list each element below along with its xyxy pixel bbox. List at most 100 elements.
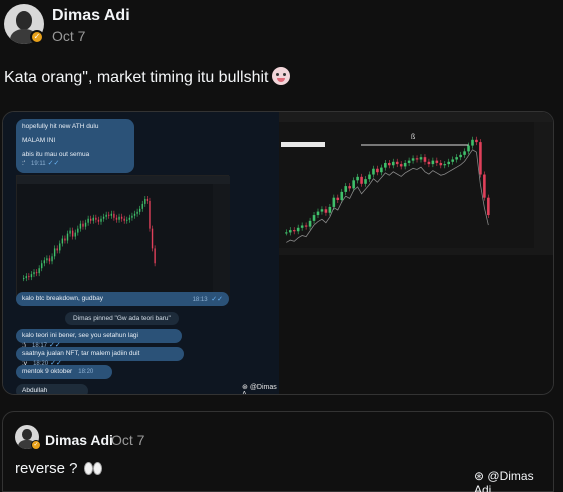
candle <box>380 167 383 173</box>
quoted-post-date[interactable]: Oct 7 <box>111 432 144 448</box>
chat-text: mentok 9 oktober <box>22 368 73 375</box>
candle <box>403 162 407 167</box>
candle <box>141 203 143 209</box>
verified-badge-icon: ✓ <box>31 440 41 450</box>
chat-message: hopefully hit new ATH dulu MALAM INI abi… <box>16 119 134 173</box>
candle <box>92 217 94 221</box>
quoted-text-content: reverse ? <box>15 460 78 477</box>
chat-screenshot[interactable]: hopefully hit new ATH dulu MALAM INI abi… <box>3 112 279 394</box>
candle <box>144 198 146 204</box>
candle <box>364 179 367 184</box>
chat-text: MALAM INI <box>22 136 56 144</box>
candle <box>479 142 482 175</box>
candle <box>51 256 53 262</box>
pig-face-emoji-icon <box>272 67 291 85</box>
candle <box>53 248 56 257</box>
candle <box>471 139 474 146</box>
candle <box>483 174 486 198</box>
quoted-post-text: reverse ? <box>15 460 102 477</box>
candle <box>118 216 120 220</box>
candle <box>455 157 458 160</box>
candle <box>312 215 316 221</box>
candle <box>149 200 151 229</box>
chat-time: 18:13 ✓✓ <box>192 296 223 303</box>
candle <box>399 164 403 167</box>
post-text-content: Kata orang", market timing itu bullshit <box>4 69 269 86</box>
chat-message: kalo btc breakdown, gudbay 18:13 ✓✓ <box>16 292 229 306</box>
candle <box>95 217 97 220</box>
candle <box>38 268 40 274</box>
candle <box>324 209 328 213</box>
chat-message: mentok 9 oktober 18:20 <box>16 365 112 379</box>
candle <box>316 211 320 216</box>
candle <box>69 230 71 234</box>
candle <box>105 214 107 217</box>
eyes-emoji-icon <box>83 462 102 475</box>
candle <box>138 208 141 212</box>
candle <box>84 222 87 227</box>
candle <box>443 164 447 166</box>
candle <box>97 219 100 222</box>
candle <box>79 223 82 229</box>
post-date[interactable]: Oct 7 <box>52 28 85 44</box>
candle <box>146 198 149 201</box>
candle <box>451 159 454 162</box>
candle <box>74 232 76 237</box>
candle <box>87 218 89 223</box>
candle <box>423 157 427 162</box>
candle <box>66 233 69 241</box>
candle <box>356 176 359 181</box>
candle <box>320 209 324 212</box>
embedded-chart-svg <box>17 176 230 300</box>
candle <box>115 217 118 220</box>
candle <box>447 161 451 165</box>
candle <box>368 174 371 180</box>
candle <box>388 162 391 166</box>
candle <box>154 248 156 264</box>
candle <box>100 218 102 222</box>
candle <box>102 216 105 219</box>
candle <box>487 197 490 216</box>
price-chart: ß <box>279 112 553 255</box>
candle <box>439 162 443 166</box>
verified-badge-icon: ✓ <box>30 30 44 44</box>
candle <box>23 278 25 280</box>
candle <box>28 276 30 278</box>
candle <box>352 180 355 189</box>
candle <box>348 186 351 189</box>
chat-text: Abdullah <box>22 387 48 394</box>
candle <box>30 274 33 278</box>
chat-message: saatnya jualan NFT, tar malem jadiin dui… <box>16 347 184 367</box>
candle <box>328 206 332 213</box>
moving-average-line <box>286 149 489 243</box>
candle <box>108 214 110 216</box>
candle <box>285 232 288 234</box>
candle <box>459 154 462 158</box>
candle <box>41 263 43 269</box>
candle <box>59 243 61 251</box>
candle <box>113 213 115 218</box>
chat-time: 18:20 <box>78 369 94 375</box>
candle <box>372 168 375 175</box>
read-check-icon: ✓✓ <box>47 160 60 168</box>
candle <box>475 139 478 143</box>
candle <box>151 228 154 249</box>
candle <box>33 272 35 275</box>
author-name[interactable]: Dimas Adi <box>52 7 130 25</box>
quoted-post[interactable]: ✓ Dimas Adi Oct 7 reverse ? ⊛ @Dimas Adi <box>2 411 554 492</box>
candle <box>308 220 312 227</box>
candle <box>56 248 58 251</box>
post-text: Kata orang", market timing itu bullshit <box>4 67 291 87</box>
candle <box>71 230 74 237</box>
candle <box>431 160 435 165</box>
candle <box>415 158 419 160</box>
candle <box>126 219 128 221</box>
candle <box>48 258 51 262</box>
post-media[interactable]: hopefully hit new ATH dulu MALAM INI abi… <box>2 111 554 395</box>
candle <box>427 161 431 165</box>
candle <box>25 276 27 279</box>
quoted-author-name[interactable]: Dimas Adi <box>45 432 113 448</box>
chart-screenshot[interactable]: ß <box>279 112 553 394</box>
candle <box>340 191 344 200</box>
candle <box>43 260 46 264</box>
